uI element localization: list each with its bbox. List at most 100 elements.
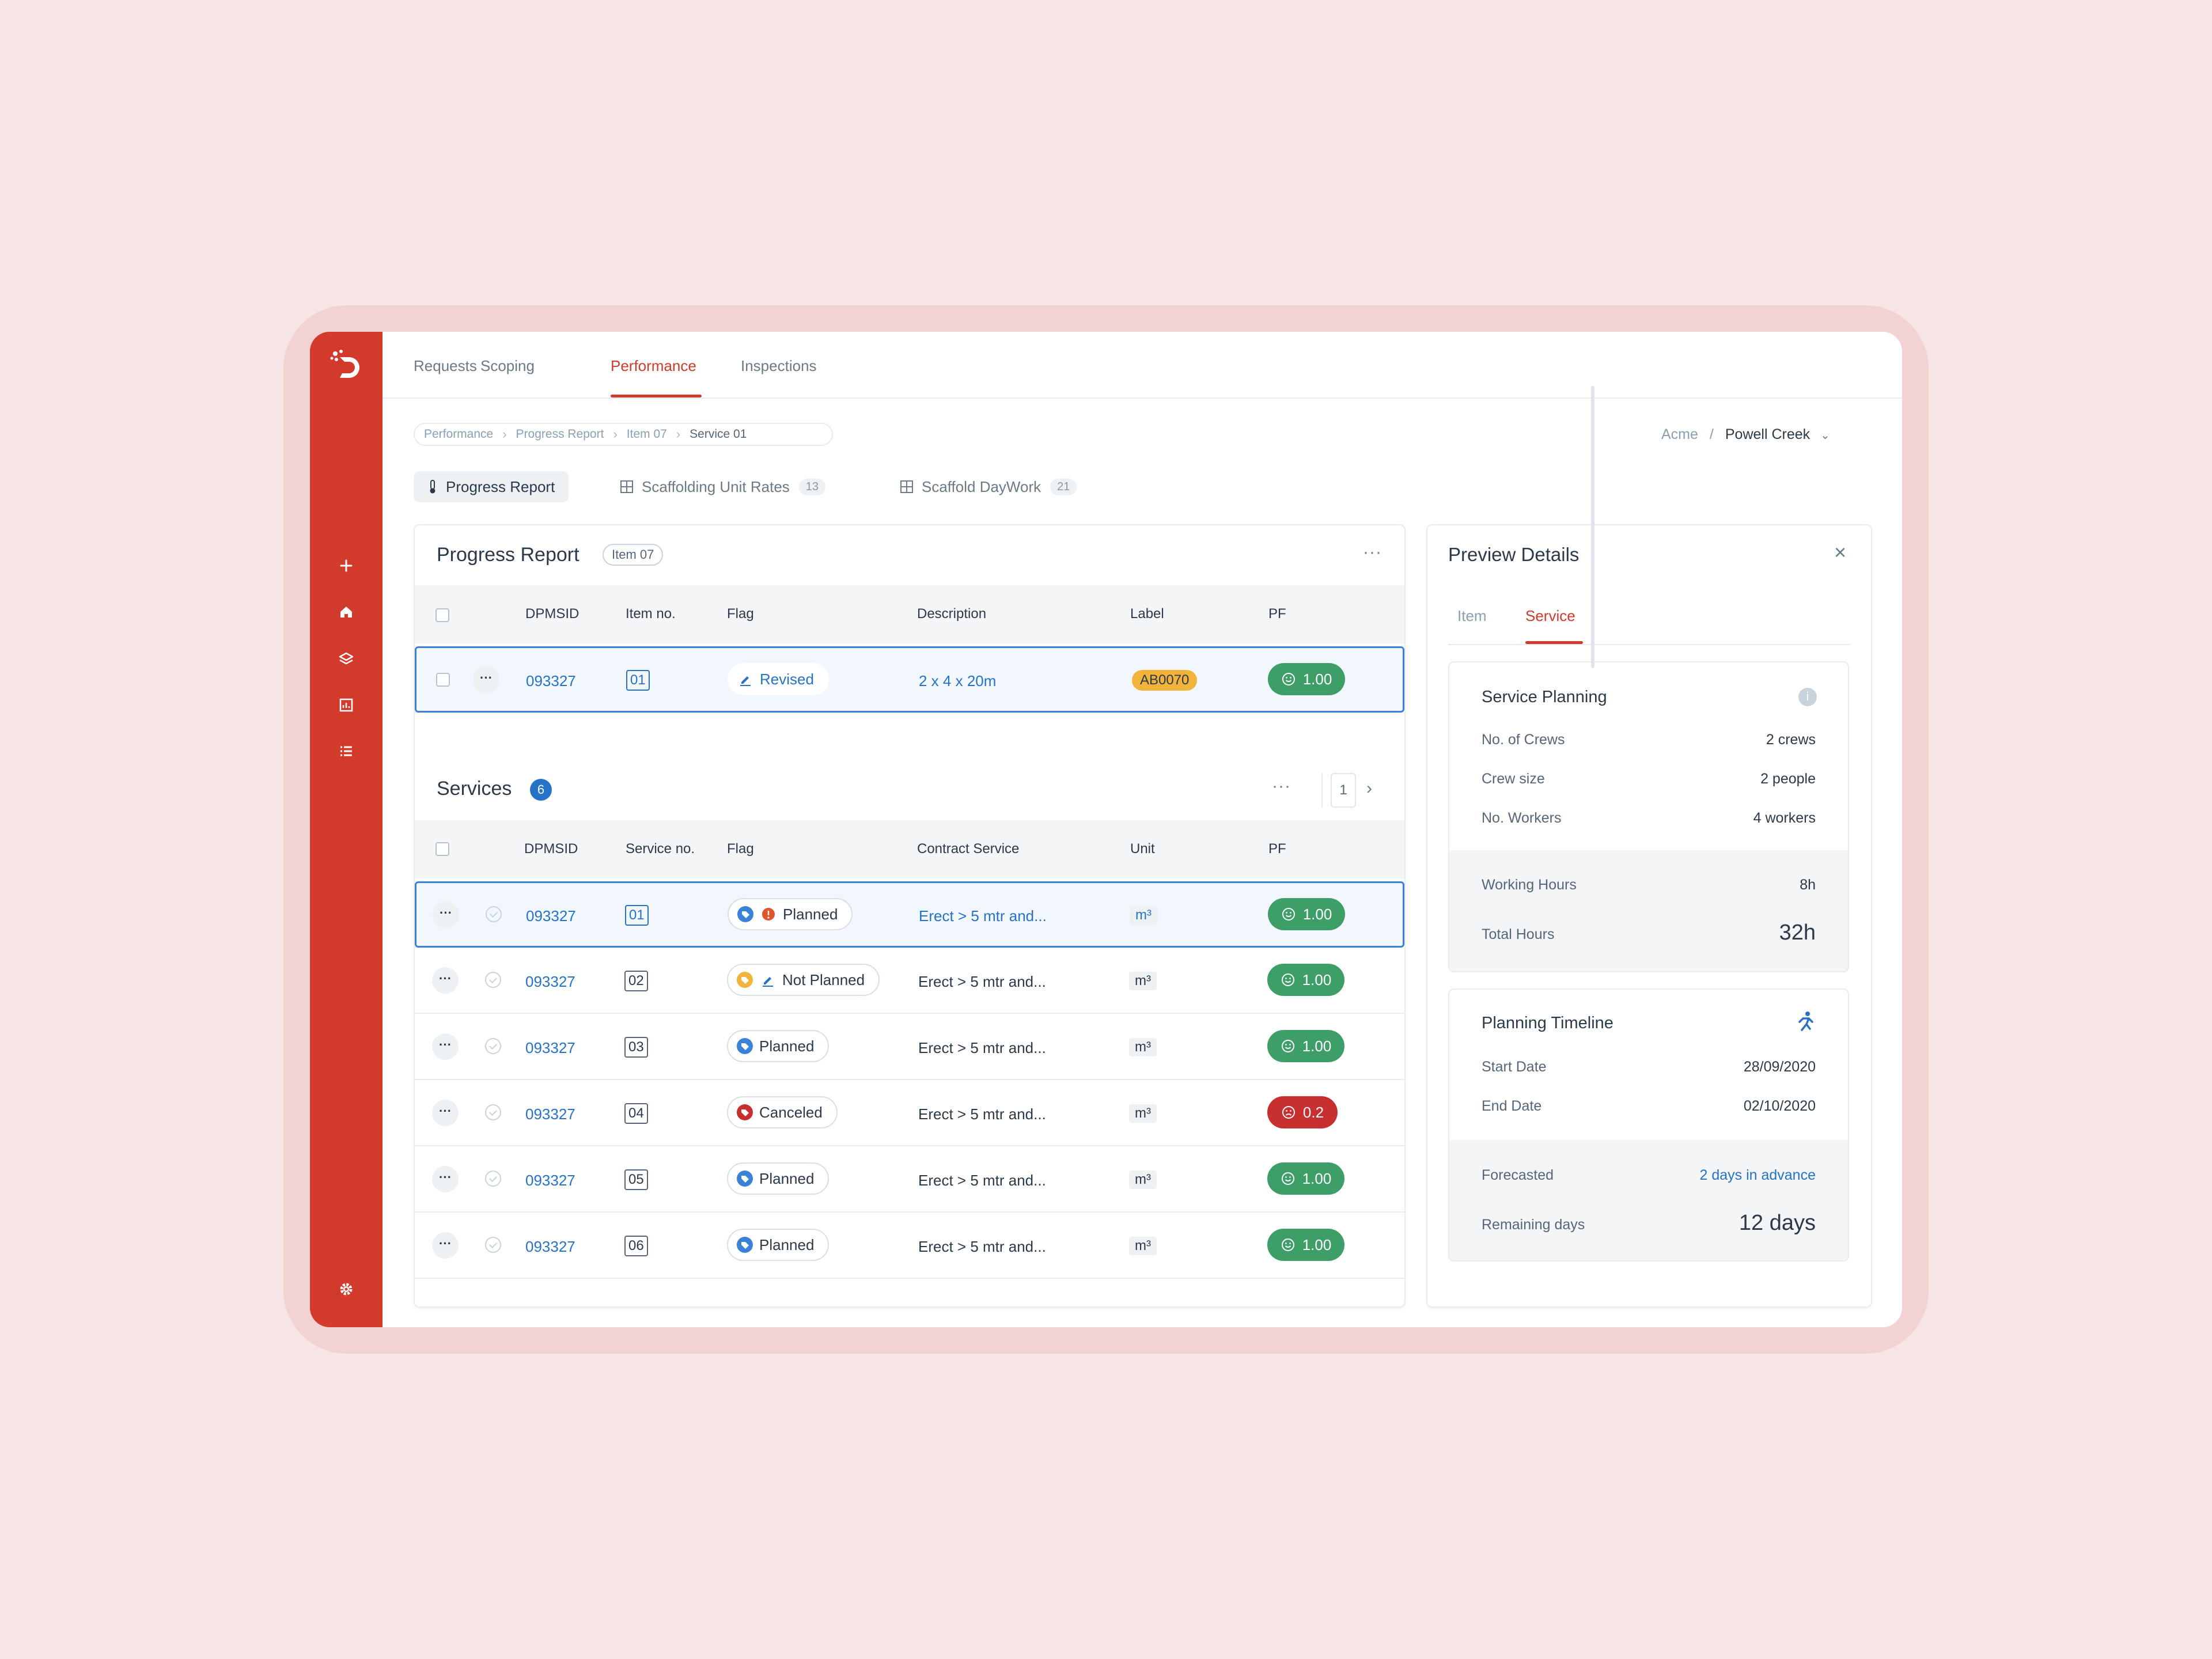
row-checkbox[interactable]: [436, 673, 450, 687]
org-name: Acme: [1661, 426, 1698, 442]
dpmsid-link[interactable]: 093327: [525, 973, 575, 991]
org-project-selector[interactable]: Acme / Powell Creek ⌄: [1661, 426, 1830, 443]
chevron-right-icon[interactable]: ›: [1366, 779, 1372, 798]
tag-icon: [736, 1236, 753, 1253]
column-header: Service no.: [626, 841, 695, 857]
status-check-icon[interactable]: [485, 1237, 501, 1253]
contract-service[interactable]: Erect > 5 mtr and...: [918, 1238, 1046, 1256]
bar-chart-icon[interactable]: [335, 694, 358, 717]
contract-service[interactable]: Erect > 5 mtr and...: [918, 1039, 1046, 1057]
subtab-progress-report[interactable]: Progress Report: [414, 471, 569, 502]
row-more-button[interactable]: ···: [432, 1100, 459, 1126]
row-more-button[interactable]: ···: [433, 902, 459, 928]
table-row[interactable]: ··· 093327 01 Planned Erect > 5 mtr and.…: [415, 881, 1404, 948]
more-options-icon[interactable]: ···: [1272, 777, 1291, 796]
row-more-button[interactable]: ···: [432, 1232, 459, 1259]
column-header: Label: [1130, 606, 1164, 622]
more-options-icon[interactable]: ···: [1363, 543, 1382, 562]
working-hours-label: Working Hours: [1482, 877, 1577, 893]
status-check-icon[interactable]: [485, 1104, 501, 1120]
smile-icon: [1281, 1172, 1294, 1185]
tag-icon: [736, 1104, 753, 1121]
contract-service[interactable]: Erect > 5 mtr and...: [918, 1172, 1046, 1190]
preview-tab-item[interactable]: Item: [1457, 607, 1487, 625]
row-more-button[interactable]: ···: [432, 1166, 459, 1192]
row-more-button[interactable]: ···: [432, 967, 459, 994]
chevron-down-icon: ⌄: [1820, 429, 1830, 442]
tab-requests[interactable]: Requests: [414, 357, 477, 375]
scrollbar[interactable]: [1591, 386, 1594, 668]
subtab-scaffold-daywork[interactable]: Scaffold DayWork 21: [900, 471, 1077, 502]
table-row[interactable]: ··· 093327 03 Planned Erect > 5 mtr and.…: [415, 1014, 1404, 1080]
dpmsid-link[interactable]: 093327: [525, 1172, 575, 1190]
select-all-checkbox[interactable]: [435, 842, 449, 856]
row-more-button[interactable]: ···: [432, 1033, 459, 1060]
dpmsid-link[interactable]: 093327: [526, 907, 576, 925]
home-icon[interactable]: [335, 600, 358, 623]
contract-service[interactable]: Erect > 5 mtr and...: [918, 1105, 1046, 1123]
contract-service[interactable]: Erect > 5 mtr and...: [918, 973, 1046, 991]
status-check-icon[interactable]: [485, 1038, 501, 1054]
workers-value: 4 workers: [1753, 810, 1816, 826]
dpmsid-link[interactable]: 093327: [525, 1105, 575, 1123]
tab-scoping[interactable]: Scoping: [480, 357, 535, 375]
table-row[interactable]: ··· 093327 02 Not Planned Erect > 5 mtr …: [415, 948, 1404, 1014]
breadcrumb-performance[interactable]: Performance: [424, 427, 493, 441]
add-icon[interactable]: [335, 554, 358, 577]
subtab-scaffolding-unit-rates[interactable]: Scaffolding Unit Rates 13: [620, 471, 826, 502]
table-row[interactable]: ··· 093327 04 Canceled Erect > 5 mtr and…: [415, 1080, 1404, 1146]
tab-inspections[interactable]: Inspections: [741, 357, 817, 375]
select-all-checkbox[interactable]: [435, 608, 449, 622]
flag-planned[interactable]: Planned: [727, 1162, 830, 1195]
table-row[interactable]: ··· 093327 06 Planned Erect > 5 mtr and.…: [415, 1213, 1404, 1279]
table-row[interactable]: ··· 093327 01 Revised 2 x 4 x 20m AB0070…: [415, 646, 1404, 713]
flag-planned[interactable]: Planned: [728, 898, 853, 930]
pf-value: 1.00: [1302, 971, 1332, 988]
column-header: Flag: [727, 606, 754, 622]
card-footer: [1449, 1139, 1848, 1260]
settings-gear-icon[interactable]: [335, 1278, 358, 1301]
progress-report-panel: Progress Report Item 07 ··· DPMSID Item …: [414, 524, 1406, 1308]
flag-planned[interactable]: Planned: [727, 1030, 830, 1062]
layers-icon[interactable]: [335, 647, 358, 671]
column-header: DPMSID: [525, 606, 579, 622]
tab-divider: [1448, 644, 1850, 645]
contract-service-link[interactable]: Erect > 5 mtr and...: [919, 907, 1047, 925]
preview-tab-service[interactable]: Service: [1525, 607, 1575, 625]
smile-icon: [1281, 974, 1294, 986]
breadcrumb-progress-report[interactable]: Progress Report: [516, 427, 604, 441]
dpmsid-link[interactable]: 093327: [525, 1238, 575, 1256]
status-check-icon[interactable]: [485, 1171, 501, 1187]
flag-revised[interactable]: Revised: [728, 663, 829, 695]
working-hours-value: 8h: [1800, 877, 1816, 893]
list-icon[interactable]: [335, 740, 358, 763]
tag-icon: [737, 906, 754, 923]
pf-value: 1.00: [1302, 1037, 1332, 1055]
status-check-icon[interactable]: [485, 972, 501, 988]
flag-canceled[interactable]: Canceled: [727, 1096, 838, 1128]
remaining-days-value: 12 days: [1738, 1211, 1816, 1235]
tag-icon: [736, 1170, 753, 1187]
grid-icon: [620, 480, 634, 494]
info-icon[interactable]: i: [1798, 688, 1817, 706]
app-logo-icon[interactable]: [327, 346, 365, 384]
dpmsid-link[interactable]: 093327: [526, 672, 576, 690]
remaining-days-label: Remaining days: [1482, 1217, 1585, 1233]
status-check-icon[interactable]: [486, 906, 502, 922]
services-title: Services: [437, 778, 512, 800]
chevron-right-icon: ›: [502, 427, 507, 441]
flag-not-planned[interactable]: Not Planned: [727, 964, 880, 996]
unit: m³: [1129, 1038, 1157, 1056]
table-row[interactable]: ··· 093327 05 Planned Erect > 5 mtr and.…: [415, 1146, 1404, 1213]
dpmsid-link[interactable]: 093327: [525, 1039, 575, 1057]
unit: m³: [1129, 1237, 1157, 1255]
flag-planned[interactable]: Planned: [727, 1229, 830, 1261]
page-number[interactable]: 1: [1331, 773, 1356, 808]
pf-value: 0.2: [1302, 1103, 1324, 1121]
breadcrumb-item[interactable]: Item 07: [627, 427, 667, 441]
description-link[interactable]: 2 x 4 x 20m: [919, 672, 996, 690]
tab-performance[interactable]: Performance: [611, 357, 696, 375]
row-more-button[interactable]: ···: [473, 666, 499, 693]
close-icon[interactable]: ×: [1834, 540, 1846, 565]
forecast-value[interactable]: 2 days in advance: [1699, 1167, 1816, 1184]
